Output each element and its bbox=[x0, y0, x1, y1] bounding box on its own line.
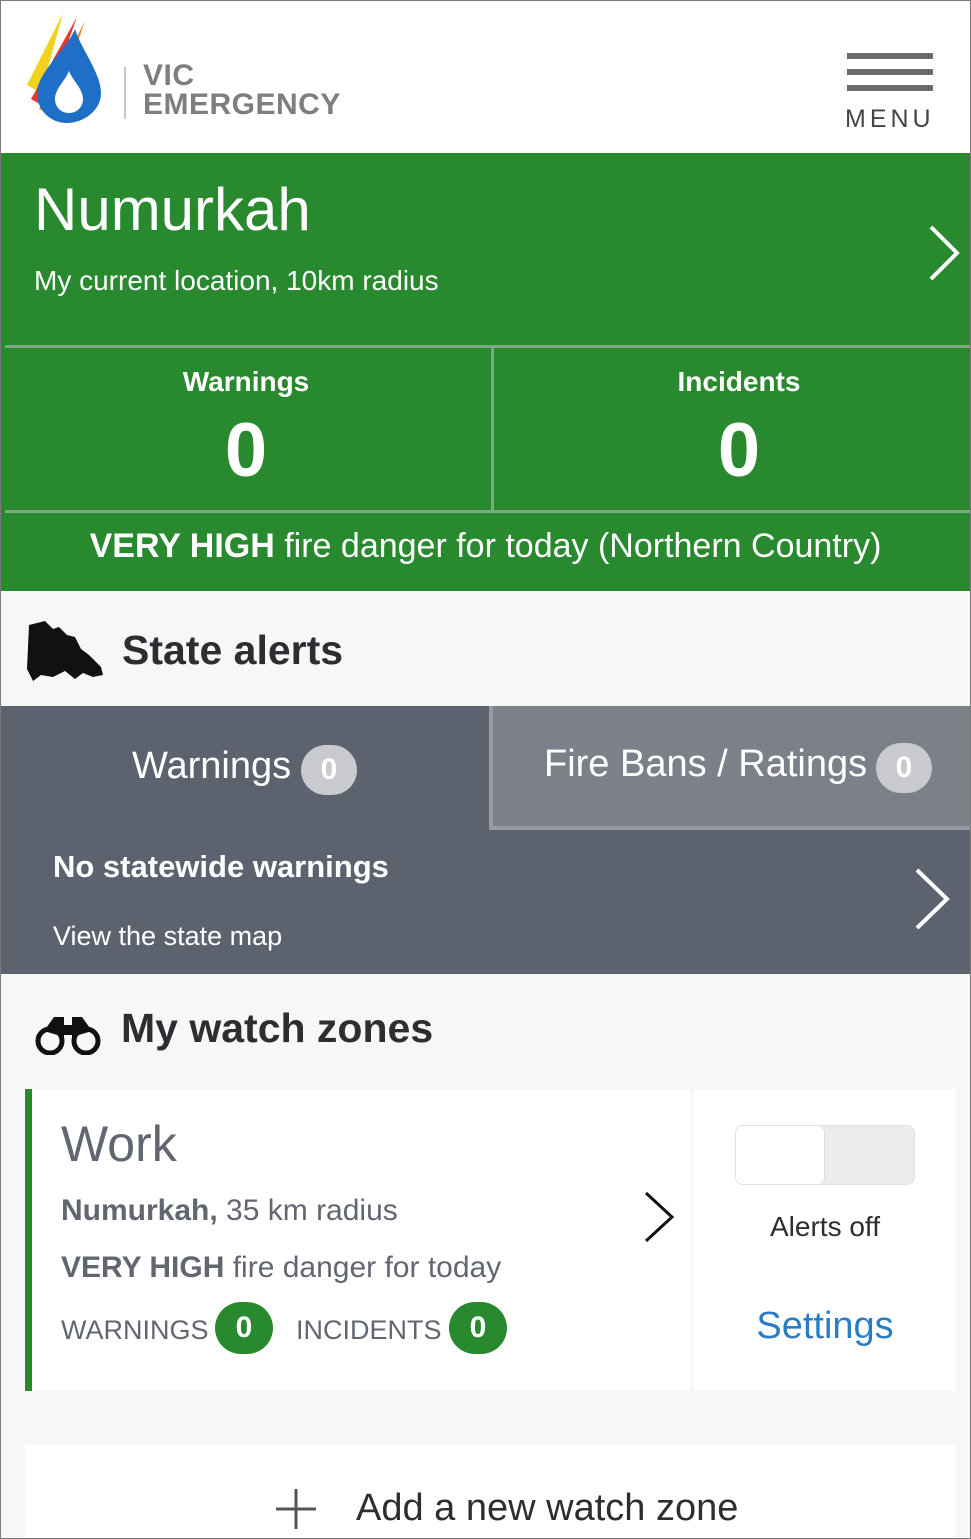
menu-button[interactable]: MENU bbox=[841, 51, 941, 133]
tab-fire-bans-label: Fire Bans / Ratings bbox=[544, 743, 868, 785]
toggle-knob bbox=[736, 1126, 825, 1184]
logo-line-2: EMERGENCY bbox=[143, 88, 341, 121]
vic-emergency-logo-icon bbox=[27, 13, 101, 123]
fire-danger-text: fire danger for today (Northern Country) bbox=[274, 527, 882, 565]
current-location-panel[interactable]: Numurkah My current location, 10km radiu… bbox=[1, 153, 970, 591]
tab-warnings[interactable]: Warnings 0 bbox=[1, 706, 489, 830]
alerts-status: Alerts off bbox=[770, 1211, 880, 1242]
location-title: Numurkah bbox=[34, 176, 311, 243]
tab-fire-bans-count: 0 bbox=[876, 743, 932, 793]
app-screen: VIC EMERGENCY MENU Numurkah My current l… bbox=[0, 0, 971, 1539]
hamburger-icon bbox=[847, 85, 933, 91]
location-subtitle: My current location, 10km radius bbox=[34, 265, 439, 296]
logo-line-1: VIC bbox=[143, 59, 195, 92]
hamburger-icon bbox=[847, 53, 933, 59]
add-watch-zone-label: Add a new watch zone bbox=[356, 1487, 739, 1529]
watch-zone-danger-level: VERY HIGH bbox=[61, 1251, 225, 1284]
fire-danger-rating: VERY HIGH fire danger for today (Norther… bbox=[1, 527, 970, 566]
watch-zone-incidents-label: INCIDENTS bbox=[296, 1315, 442, 1345]
watch-zones-title: My watch zones bbox=[121, 1005, 434, 1051]
incidents-count: 0 bbox=[717, 408, 761, 493]
watch-zone-radius: 35 km radius bbox=[217, 1194, 398, 1227]
binoculars-icon bbox=[35, 1017, 101, 1055]
watch-zone-name: Work bbox=[61, 1116, 177, 1172]
watch-zone-fire-danger: VERY HIGH fire danger for today bbox=[61, 1251, 501, 1285]
hamburger-icon bbox=[847, 69, 933, 75]
view-state-map-link[interactable]: View the state map bbox=[53, 921, 282, 952]
watch-zone-card[interactable]: Work Numurkah, 35 km radius VERY HIGH fi… bbox=[25, 1089, 691, 1391]
tab-fire-bans-ratings[interactable]: Fire Bans / Ratings 0 bbox=[489, 706, 970, 830]
victoria-map-icon bbox=[27, 621, 103, 681]
watch-zone-warnings-label: WARNINGS bbox=[61, 1315, 209, 1345]
statewide-warnings-message: No statewide warnings bbox=[53, 849, 389, 884]
logo-wordmark: VIC EMERGENCY bbox=[143, 59, 341, 121]
logo-divider bbox=[124, 67, 126, 119]
header: VIC EMERGENCY MENU bbox=[1, 1, 970, 153]
warnings-count-box[interactable]: Warnings 0 bbox=[1, 348, 491, 511]
watch-zone-incidents-count: 0 bbox=[449, 1302, 507, 1354]
watch-zone-danger-text: fire danger for today bbox=[224, 1251, 502, 1284]
warnings-label: Warnings bbox=[182, 366, 310, 397]
add-watch-zone-button[interactable]: Add a new watch zone bbox=[25, 1445, 956, 1538]
chevron-right-icon[interactable] bbox=[640, 1189, 680, 1245]
watch-zone-alert-controls: Alerts off Settings bbox=[694, 1089, 956, 1391]
state-alerts-title: State alerts bbox=[122, 627, 344, 673]
settings-link[interactable]: Settings bbox=[694, 1305, 956, 1348]
chevron-right-icon[interactable] bbox=[909, 866, 955, 932]
divider bbox=[5, 510, 970, 513]
alerts-toggle[interactable] bbox=[735, 1125, 915, 1185]
menu-label: MENU bbox=[845, 105, 935, 133]
chevron-right-icon[interactable] bbox=[923, 223, 963, 283]
watch-zone-warnings-count: 0 bbox=[215, 1302, 273, 1354]
tab-warnings-count: 0 bbox=[301, 745, 357, 795]
incidents-label: Incidents bbox=[677, 366, 801, 397]
state-alerts-tabs: Warnings 0 Fire Bans / Ratings 0 No stat… bbox=[1, 706, 970, 974]
plus-icon bbox=[276, 1489, 316, 1529]
tab-warnings-label: Warnings bbox=[132, 745, 292, 787]
warnings-count: 0 bbox=[224, 408, 268, 493]
watch-zone-place: Numurkah, bbox=[61, 1194, 218, 1227]
incidents-count-box[interactable]: Incidents 0 bbox=[494, 348, 970, 511]
watch-zone-location: Numurkah, 35 km radius bbox=[61, 1194, 398, 1228]
fire-danger-level: VERY HIGH bbox=[89, 527, 275, 565]
